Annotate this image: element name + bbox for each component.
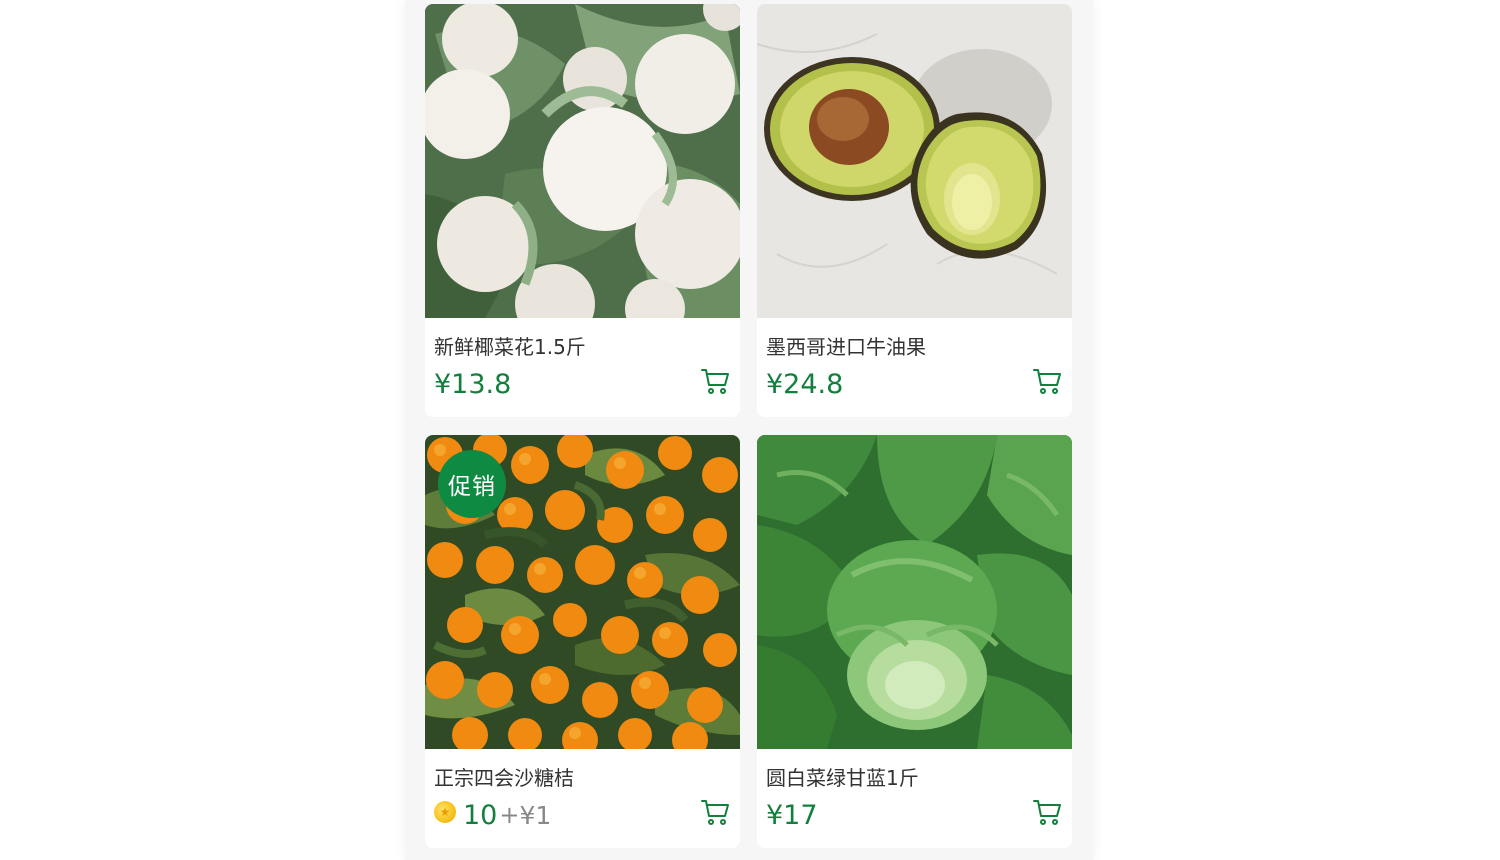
cart-icon[interactable] bbox=[1032, 797, 1062, 827]
product-image-mandarin-oranges[interactable]: 促销 bbox=[425, 435, 740, 749]
product-title[interactable]: 墨西哥进口牛油果 bbox=[766, 331, 926, 360]
product-image-avocado[interactable] bbox=[757, 4, 1072, 318]
product-price: ★ 10 + ¥1 bbox=[434, 797, 551, 833]
product-list-panel: 新鲜椰菜花1.5斤 ¥13.8 墨西哥进口牛油果 ¥24.8 促销 正宗四会沙糖… bbox=[405, 0, 1093, 860]
cart-icon[interactable] bbox=[700, 797, 730, 827]
product-title[interactable]: 圆白菜绿甘蓝1斤 bbox=[766, 762, 919, 791]
product-title[interactable]: 新鲜椰菜花1.5斤 bbox=[434, 331, 586, 360]
price-text: ¥13.8 bbox=[434, 368, 512, 400]
product-image-cauliflower[interactable] bbox=[425, 4, 740, 318]
product-card[interactable]: 墨西哥进口牛油果 ¥24.8 bbox=[757, 4, 1072, 417]
price-plus: + bbox=[499, 801, 520, 829]
promo-badge: 促销 bbox=[438, 450, 506, 518]
product-price: ¥24.8 bbox=[766, 366, 843, 402]
cart-icon[interactable] bbox=[700, 366, 730, 396]
coin-price: 10 bbox=[463, 799, 498, 831]
price-text: ¥24.8 bbox=[766, 368, 844, 400]
product-image-cabbage[interactable] bbox=[757, 435, 1072, 749]
coin-icon: ★ bbox=[434, 801, 456, 823]
cart-icon[interactable] bbox=[1032, 366, 1062, 396]
cash-price: ¥1 bbox=[519, 800, 552, 830]
product-title[interactable]: 正宗四会沙糖桔 bbox=[434, 762, 574, 791]
product-price: ¥13.8 bbox=[434, 366, 511, 402]
product-card[interactable]: 圆白菜绿甘蓝1斤 ¥17 bbox=[757, 435, 1072, 848]
product-card[interactable]: 促销 正宗四会沙糖桔 ★ 10 + ¥1 bbox=[425, 435, 740, 848]
product-price: ¥17 bbox=[766, 797, 818, 833]
product-card[interactable]: 新鲜椰菜花1.5斤 ¥13.8 bbox=[425, 4, 740, 417]
product-grid: 新鲜椰菜花1.5斤 ¥13.8 墨西哥进口牛油果 ¥24.8 促销 正宗四会沙糖… bbox=[425, 4, 1073, 848]
price-text: ¥17 bbox=[766, 799, 818, 831]
